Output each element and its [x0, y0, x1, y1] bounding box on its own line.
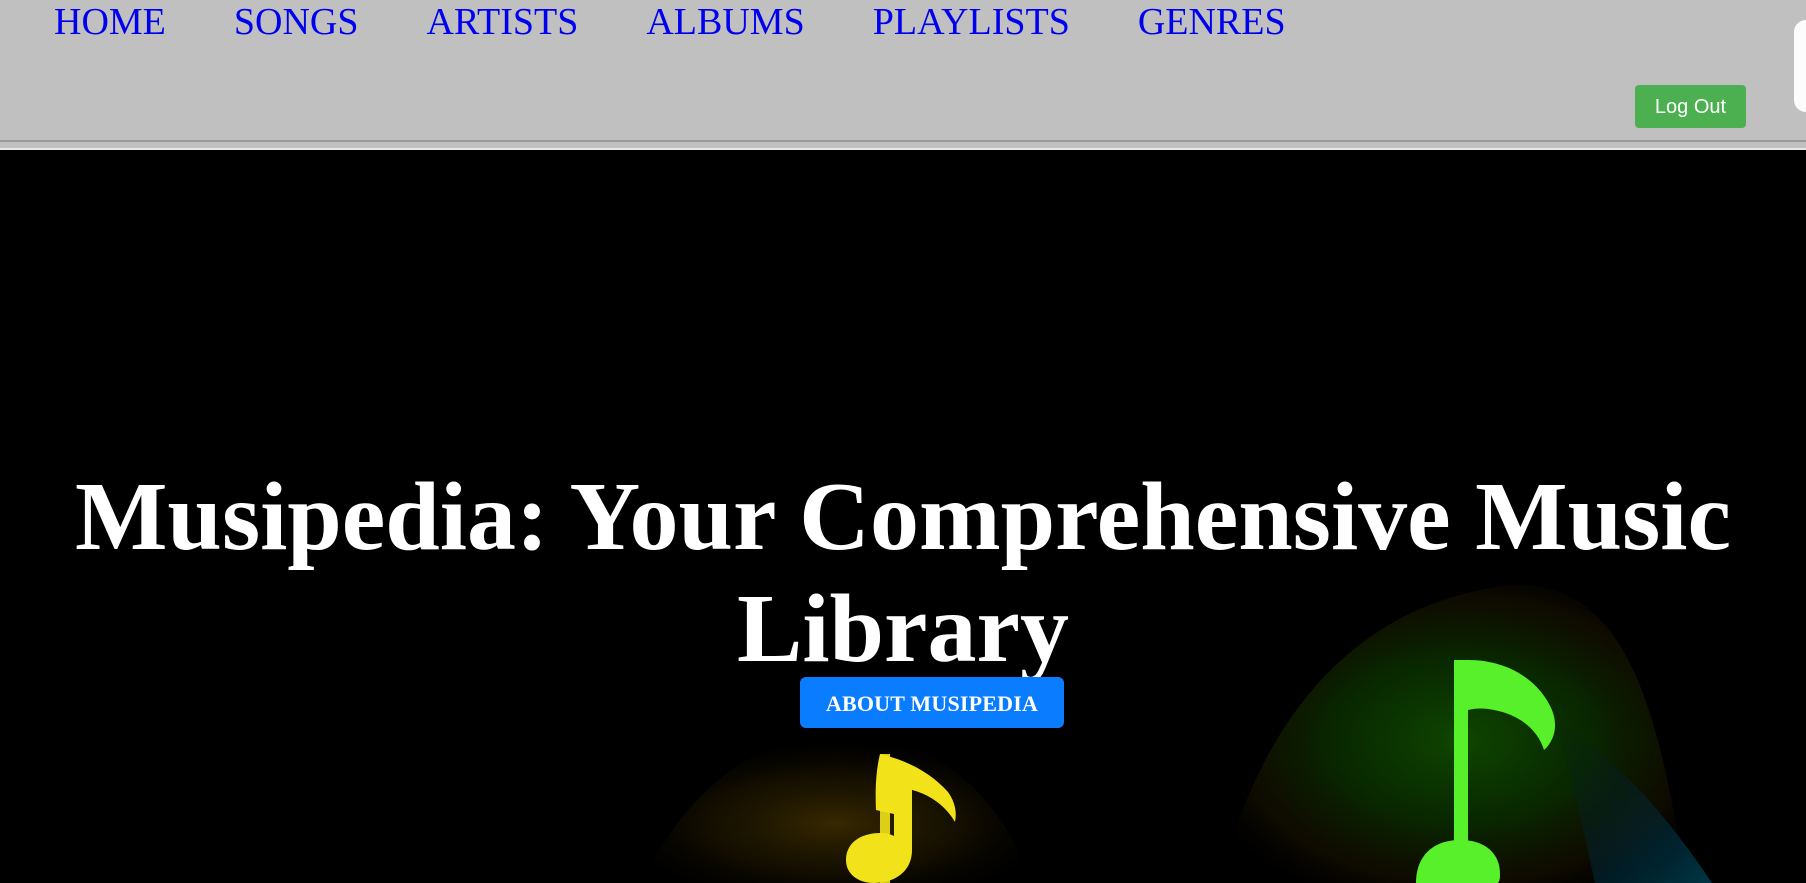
yellow-glow: [640, 734, 1030, 883]
nav-albums-link[interactable]: ALBUMS: [646, 0, 804, 44]
logout-button[interactable]: Log Out: [1635, 85, 1746, 128]
page-title: Musipedia: Your Comprehensive Music Libr…: [74, 462, 1732, 683]
top-navigation-bar: HOME SONGS ARTISTS ALBUMS PLAYLISTS GENR…: [0, 0, 1806, 140]
nav-home-link[interactable]: HOME: [54, 0, 166, 44]
hero-section: Musipedia: Your Comprehensive Music Libr…: [0, 150, 1806, 883]
nav-genres-link[interactable]: GENRES: [1138, 0, 1286, 44]
nav-playlists-link[interactable]: PLAYLISTS: [873, 0, 1070, 44]
nav-artists-link[interactable]: ARTISTS: [427, 0, 579, 44]
right-edge-tab: [1794, 20, 1806, 112]
about-musipedia-button[interactable]: ABOUT MUSIPEDIA: [800, 677, 1064, 728]
main-navigation: HOME SONGS ARTISTS ALBUMS PLAYLISTS GENR…: [54, 0, 1286, 50]
header-divider: [0, 140, 1806, 150]
nav-songs-link[interactable]: SONGS: [234, 0, 359, 44]
